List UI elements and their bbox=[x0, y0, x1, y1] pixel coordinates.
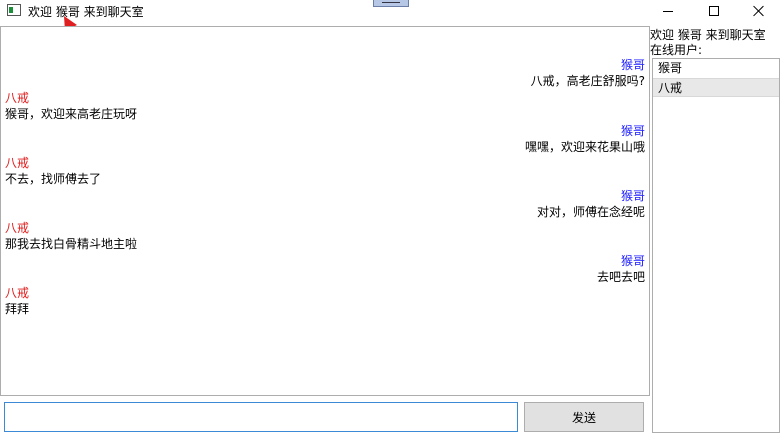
send-button[interactable]: 发送 bbox=[524, 402, 644, 432]
maximize-icon bbox=[709, 6, 719, 16]
message-sender: 八戒 bbox=[5, 156, 30, 170]
title-bar: 欢迎 猴哥 来到聊天室 bbox=[0, 0, 782, 22]
message-sender: 八戒 bbox=[5, 286, 30, 300]
message-text: 不去，找师傅去了 bbox=[5, 172, 102, 186]
message-text: 对对，师傅在念经呢 bbox=[536, 205, 645, 219]
message-input[interactable] bbox=[4, 402, 518, 432]
minimize-button[interactable] bbox=[645, 0, 691, 22]
close-button[interactable] bbox=[736, 0, 782, 22]
message-text: 八戒，高老庄舒服吗? bbox=[530, 74, 645, 88]
message-sender: 八戒 bbox=[5, 91, 30, 105]
chat-message: 八戒 不去，找师傅去了 bbox=[5, 155, 645, 187]
chat-message: 八戒 拜拜 bbox=[5, 285, 645, 317]
user-list-item[interactable]: 八戒 bbox=[653, 78, 779, 97]
close-icon bbox=[753, 5, 765, 17]
message-text: 那我去找白骨精斗地主啦 bbox=[5, 237, 138, 251]
chat-message: 猴哥 嘿嘿，欢迎来花果山哦 bbox=[5, 123, 645, 155]
message-sender: 猴哥 bbox=[620, 254, 645, 268]
message-text: 拜拜 bbox=[5, 302, 30, 316]
message-text: 猴哥，欢迎来高老庄玩呀 bbox=[5, 107, 138, 121]
minimize-icon bbox=[663, 10, 673, 12]
maximize-button[interactable] bbox=[691, 0, 737, 22]
message-sender: 八戒 bbox=[5, 221, 30, 235]
online-user-list[interactable]: 猴哥 八戒 bbox=[652, 58, 780, 433]
chat-message: 猴哥 对对，师傅在念经呢 bbox=[5, 188, 645, 220]
taskbar-thumbnail-icon bbox=[373, 0, 409, 7]
user-list-item[interactable]: 猴哥 bbox=[653, 59, 779, 78]
chat-message: 八戒 那我去找白骨精斗地主啦 bbox=[5, 220, 645, 252]
chat-message: 猴哥 八戒，高老庄舒服吗? bbox=[5, 57, 645, 89]
chat-history[interactable]: 猴哥 八戒，高老庄舒服吗? 八戒 猴哥，欢迎来高老庄玩呀 猴哥 嘿嘿，欢迎来花果… bbox=[0, 26, 650, 396]
message-sender: 猴哥 bbox=[620, 189, 645, 203]
message-sender: 猴哥 bbox=[620, 58, 645, 72]
message-sender: 猴哥 bbox=[620, 124, 645, 138]
message-text: 去吧去吧 bbox=[596, 270, 645, 284]
chat-message: 猴哥 去吧去吧 bbox=[5, 253, 645, 285]
message-text: 嘿嘿，欢迎来花果山哦 bbox=[524, 140, 645, 154]
online-users-label: 在线用户: bbox=[650, 43, 703, 57]
app-icon bbox=[7, 4, 21, 16]
chat-message: 八戒 猴哥，欢迎来高老庄玩呀 bbox=[5, 90, 645, 122]
